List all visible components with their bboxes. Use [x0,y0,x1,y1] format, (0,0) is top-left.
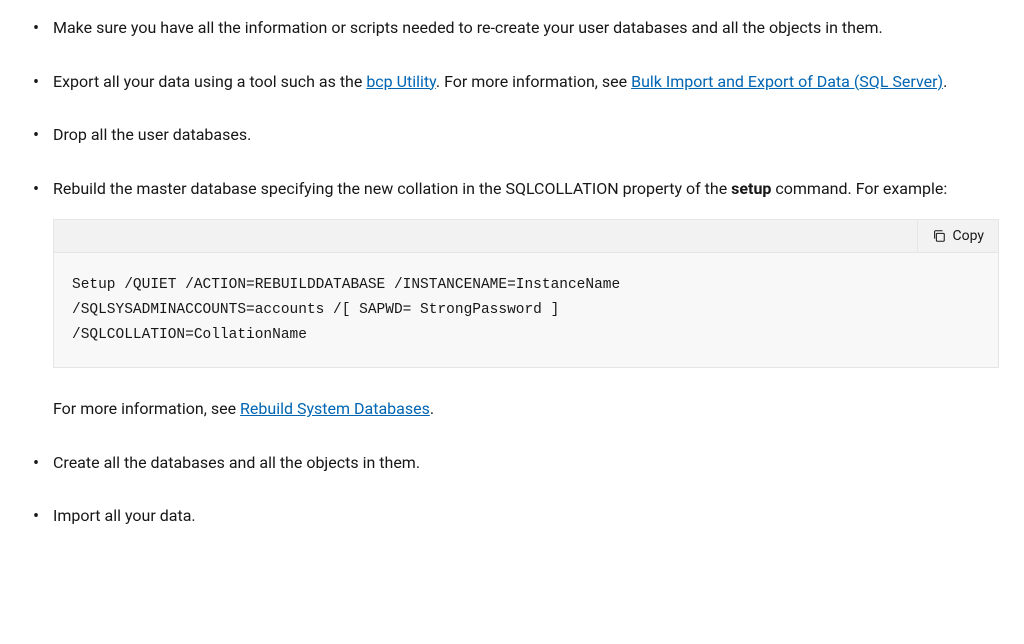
list-item-text-suffix: command. For example: [771,179,947,198]
list-item-text: Make sure you have all the information o… [53,18,883,37]
list-item: Drop all the user databases. [25,122,999,148]
link-rebuild-system-databases[interactable]: Rebuild System Databases [240,399,430,418]
code-header: Copy [54,220,998,253]
after-code-text: For more information, see Rebuild System… [53,396,999,422]
list-item: Export all your data using a tool such a… [25,69,999,95]
list-item-text: Import all your data. [53,506,196,525]
after-code-prefix: For more information, see [53,399,240,418]
list-item-text-suffix: . [943,72,947,91]
copy-button-label: Copy [952,228,984,244]
list-item-text-prefix: Export all your data using a tool such a… [53,72,366,91]
list-item: Create all the databases and all the obj… [25,450,999,476]
code-block: Copy Setup /QUIET /ACTION=REBUILDDATABAS… [53,219,999,368]
list-item: Import all your data. [25,503,999,529]
after-code-suffix: . [430,399,434,418]
list-item-text: Drop all the user databases. [53,125,251,144]
link-bulk-import-export[interactable]: Bulk Import and Export of Data (SQL Serv… [631,72,943,91]
link-bcp-utility[interactable]: bcp Utility [366,72,436,91]
list-item: Make sure you have all the information o… [25,15,999,41]
code-content: Setup /QUIET /ACTION=REBUILDDATABASE /IN… [54,253,998,367]
list-item-text-prefix: Rebuild the master database specifying t… [53,179,731,198]
list-item: Rebuild the master database specifying t… [25,176,999,422]
copy-button[interactable]: Copy [917,220,998,252]
setup-keyword: setup [731,179,771,198]
copy-icon [932,229,946,243]
instruction-list: Make sure you have all the information o… [25,15,999,529]
list-item-text-mid: . For more information, see [436,72,631,91]
list-item-text: Create all the databases and all the obj… [53,453,420,472]
